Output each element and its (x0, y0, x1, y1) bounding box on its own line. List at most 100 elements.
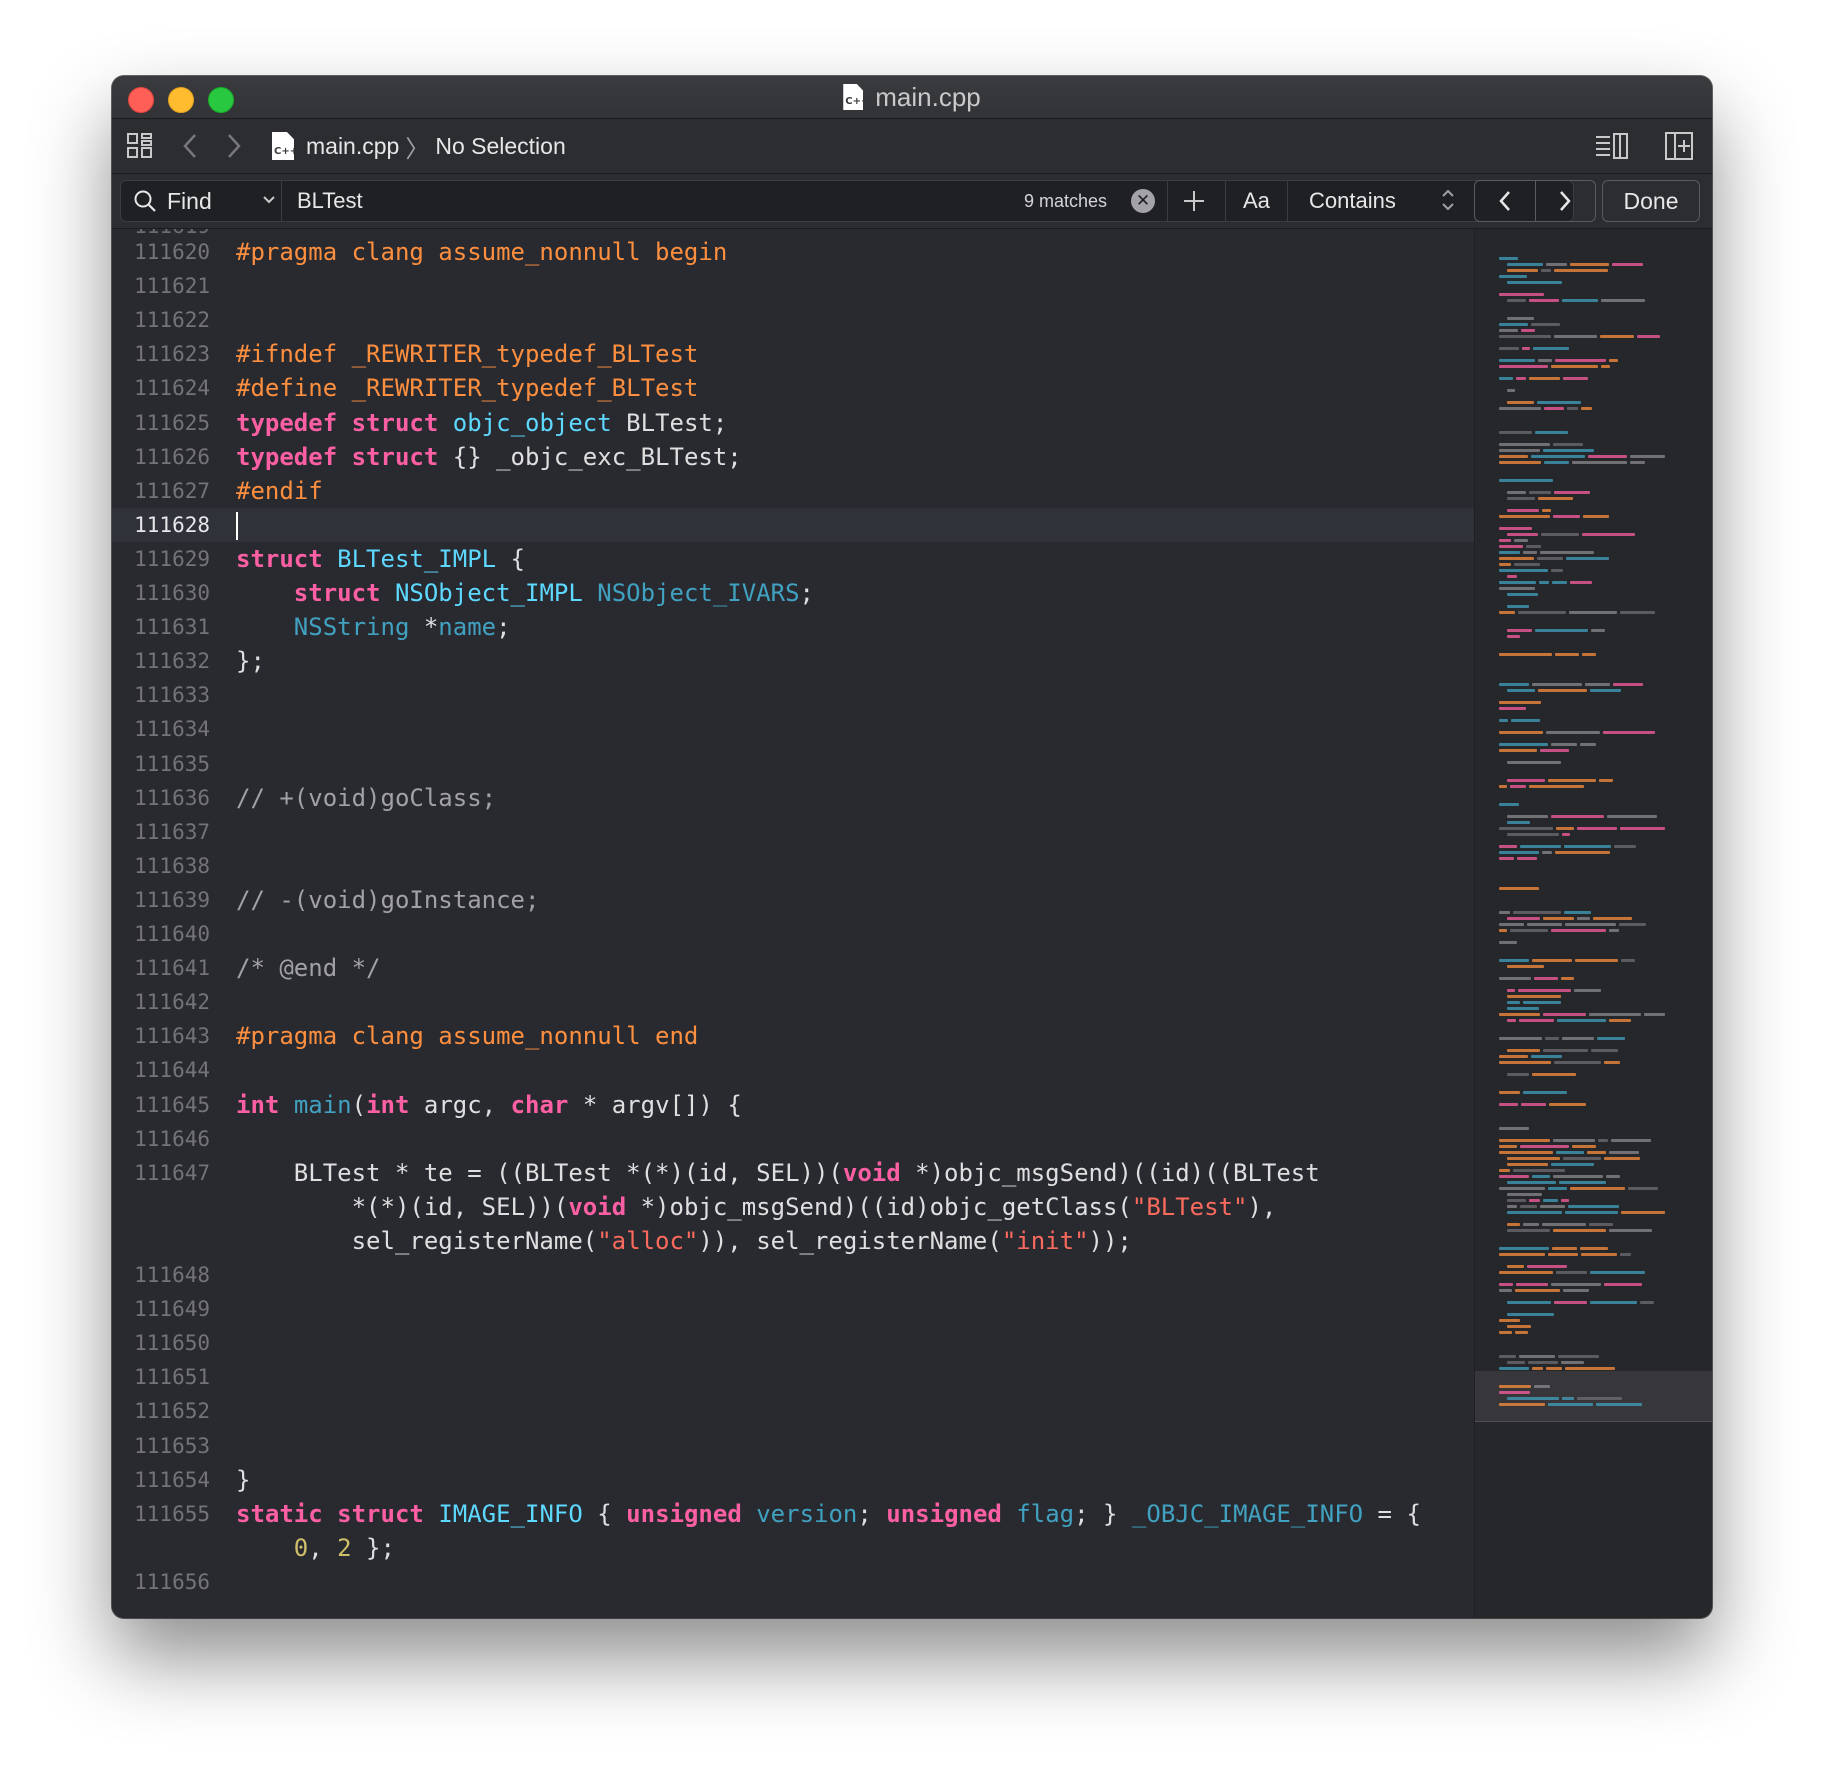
minimap-stroke (1640, 1301, 1654, 1304)
code-line-111655[interactable]: 111655 static struct IMAGE_INFO { unsigne… (112, 1497, 1474, 1531)
code-line-111638[interactable]: 111638 (112, 849, 1474, 883)
code-line-111648[interactable]: 111648 (112, 1258, 1474, 1292)
find-mode-menu[interactable]: Find (133, 181, 276, 221)
minimap-stroke (1590, 1271, 1645, 1274)
match-type-select[interactable]: Contains (1309, 181, 1396, 221)
code-line-111632[interactable]: 111632}; (112, 644, 1474, 678)
token: , (308, 1533, 338, 1562)
minimap-stroke (1562, 299, 1598, 302)
minimap[interactable] (1474, 229, 1712, 1618)
find-field: Find BLTest 9 matches ✕ Aa Contains (120, 180, 1574, 222)
code-line-111640[interactable]: 111640 (112, 917, 1474, 951)
code-line-111647[interactable]: 111647 BLTest * te = ((BLTest *(*)(id, S… (112, 1156, 1474, 1190)
line-number: 111638 (134, 853, 210, 878)
back-arrow-icon[interactable] (182, 119, 212, 173)
code-line-111651[interactable]: 111651 (112, 1360, 1474, 1394)
minimap-stroke (1517, 857, 1537, 860)
minimap-stroke (1520, 845, 1561, 848)
minimap-stroke (1499, 407, 1541, 410)
related-items-grid-icon[interactable] (126, 119, 156, 173)
breadcrumb-selection[interactable]: No Selection (435, 133, 565, 160)
line-number: 111633 (134, 683, 210, 708)
code-line-111633[interactable]: 111633 (112, 678, 1474, 712)
code-line-wrap[interactable]: 0, 2 }; (112, 1531, 1474, 1565)
minimap-stroke (1499, 563, 1511, 566)
minimap-stroke (1551, 815, 1604, 818)
minimap-stroke (1529, 299, 1559, 302)
code-line-111646[interactable]: 111646 (112, 1122, 1474, 1156)
minimap-stroke (1542, 509, 1551, 512)
code-line-111630[interactable]: 111630 struct NSObject_IMPL NSObject_IVA… (112, 576, 1474, 610)
code-line-111645[interactable]: 111645 int main(int argc, char * argv[]) … (112, 1088, 1474, 1122)
code-line-111629[interactable]: 111629 struct BLTest_IMPL { (112, 542, 1474, 576)
minimap-stroke (1585, 683, 1610, 686)
breadcrumb-file[interactable]: main.cpp (306, 133, 399, 160)
minimap-stroke (1507, 1157, 1560, 1160)
code-text: #pragma clang assume_nonnull begin (236, 235, 727, 269)
minimap-stroke (1577, 827, 1617, 830)
minimap-stroke (1604, 1157, 1640, 1160)
code-line-111631[interactable]: 111631 NSString *name; (112, 610, 1474, 644)
code-line-111644[interactable]: 111644 (112, 1053, 1474, 1087)
code-line-111622[interactable]: 111622 (112, 303, 1474, 337)
code-line-111643[interactable]: 111643 #pragma clang assume_nonnull end (112, 1019, 1474, 1053)
code-line-111634[interactable]: 111634 (112, 712, 1474, 746)
previous-match-button[interactable] (1475, 181, 1535, 221)
forward-arrow-icon[interactable] (226, 119, 256, 173)
code-line-111642[interactable]: 111642 (112, 985, 1474, 1019)
find-query-input[interactable]: BLTest (297, 181, 363, 221)
minimap-stroke (1507, 1313, 1554, 1316)
code-line-111656[interactable]: 111656 (112, 1565, 1474, 1599)
breadcrumb[interactable]: C++ main.cpp 〉 No Selection (272, 119, 566, 173)
code-text (236, 508, 238, 542)
code-review-icon[interactable] (1594, 119, 1630, 173)
up-down-chevron-icon[interactable] (1441, 187, 1455, 215)
token: sel_registerName( (236, 1226, 598, 1255)
minimap-stroke (1507, 995, 1561, 998)
code-line-111653[interactable]: 111653 (112, 1429, 1474, 1463)
source-editor[interactable]: 111619 111620#pragma clang assume_nonnul… (112, 229, 1474, 1618)
code-line-wrap[interactable]: *(*)(id, SEL))(void *)objc_msgSend)((id)… (112, 1190, 1474, 1224)
code-line-111635[interactable]: 111635 (112, 747, 1474, 781)
code-line-wrap[interactable]: sel_registerName("alloc")), sel_register… (112, 1224, 1474, 1258)
clear-search-icon[interactable]: ✕ (1131, 189, 1155, 213)
done-button[interactable]: Done (1602, 180, 1700, 222)
code-line-111654[interactable]: 111654} (112, 1463, 1474, 1497)
next-match-button[interactable] (1534, 181, 1596, 221)
code-line-111650[interactable]: 111650 (112, 1326, 1474, 1360)
code-line-111626[interactable]: 111626 typedef struct {} _objc_exc_BLTest… (112, 440, 1474, 474)
code-line-111641[interactable]: 111641 /* @end */ (112, 951, 1474, 985)
minimap-stroke (1507, 317, 1534, 320)
code-line-111652[interactable]: 111652 (112, 1394, 1474, 1428)
code-line-111636[interactable]: 111636 // +(void)goClass; (112, 781, 1474, 815)
minimap-stroke (1593, 917, 1632, 920)
minimap-stroke (1507, 1361, 1525, 1364)
match-case-button[interactable]: Aa (1243, 181, 1270, 221)
code-line-111639[interactable]: 111639 // -(void)goInstance; (112, 883, 1474, 917)
code-line-111649[interactable]: 111649 (112, 1292, 1474, 1326)
add-editor-icon[interactable] (1664, 119, 1694, 173)
minimap-stroke (1499, 923, 1524, 926)
code-line-111637[interactable]: 111637 (112, 815, 1474, 849)
token: {} _objc_exc_BLTest; (438, 442, 742, 471)
add-pattern-icon[interactable] (1183, 181, 1205, 221)
code-line-111627[interactable]: 111627 #endif (112, 474, 1474, 508)
code-line-111628[interactable]: 111628 (112, 507, 1474, 542)
minimap-stroke (1499, 1367, 1529, 1370)
minimap-stroke (1507, 605, 1529, 608)
minimap-stroke (1611, 1139, 1651, 1142)
minimap-stroke (1604, 1061, 1620, 1064)
code-line-111625[interactable]: 111625 typedef struct objc_object BLTest; (112, 406, 1474, 440)
minimap-stroke (1499, 1055, 1528, 1058)
line-number: 111645 (134, 1092, 210, 1117)
code-line-111623[interactable]: 111623 #ifndef _REWRITER_typedef_BLTest (112, 337, 1474, 371)
code-line-111624[interactable]: 111624 #define _REWRITER_typedef_BLTest (112, 371, 1474, 405)
code-line-111621[interactable]: 111621 (112, 269, 1474, 303)
code-line-111620[interactable]: 111620 #pragma clang assume_nonnull begin (112, 235, 1474, 269)
minimap-stroke (1499, 1169, 1510, 1172)
minimap-stroke (1507, 1211, 1562, 1214)
minimap-stroke (1542, 1223, 1586, 1226)
